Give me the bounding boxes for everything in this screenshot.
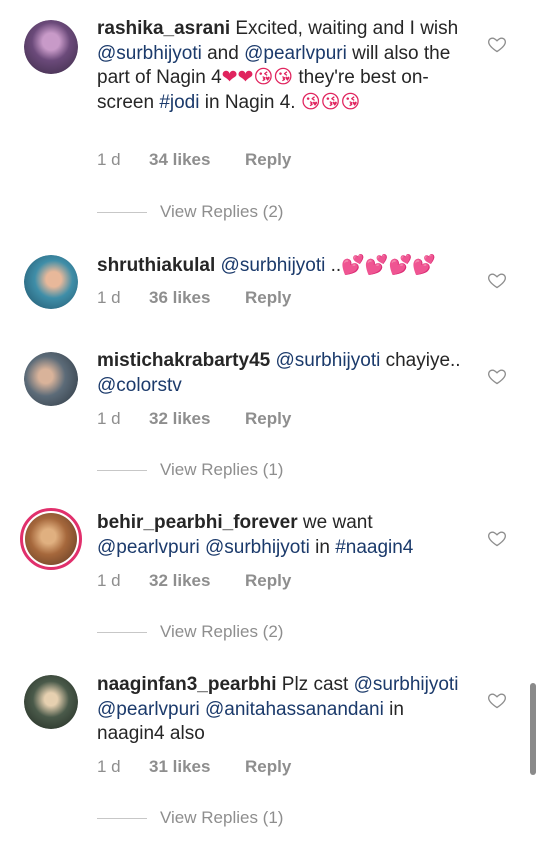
timestamp: 1 d [97,757,121,776]
comment-text: shruthiakulal @surbhijyoti ..💕💕💕💕 [97,254,472,279]
comment-meta: 1 d 32 likes Reply [97,571,291,591]
like-heart-icon[interactable] [487,366,507,386]
mention-link[interactable]: @pearlvpuri [97,699,200,720]
comment-meta: 1 d 34 likes Reply [97,150,291,170]
avatar-story-ring[interactable] [20,508,82,570]
mention-link[interactable]: @anitahassanandani [205,699,384,720]
avatar-image [24,352,78,406]
view-replies-label[interactable]: View Replies (2) [160,622,283,641]
comment-segment: .. [325,255,342,276]
mention-link[interactable]: @surbhijyoti [221,255,326,276]
like-heart-icon[interactable] [487,690,507,710]
emoji: ❤❤😘😘 [221,67,294,88]
avatar[interactable] [24,20,78,74]
reply-button[interactable]: Reply [245,757,291,777]
likes-count[interactable]: 34 likes [149,150,245,170]
avatar-image [24,675,78,729]
comment-segment: Plz cast [281,674,354,695]
mention-link[interactable]: @pearlvpuri [244,43,347,64]
reply-button[interactable]: Reply [245,571,291,591]
mention-link[interactable]: @colorstv [97,375,182,396]
avatar-image [24,255,78,309]
view-replies-button[interactable]: View Replies (1) [97,460,283,480]
avatar[interactable] [24,352,78,406]
comment-segment: Excited, waiting and I wish [235,18,459,39]
hashtag-link[interactable]: #jodi [159,92,199,113]
reply-button[interactable]: Reply [245,288,291,308]
view-replies-button[interactable]: View Replies (2) [97,622,283,642]
hashtag-link[interactable]: #naagin4 [335,537,413,558]
comment-segment: chayiye.. [380,350,461,371]
comment-meta: 1 d 31 likes Reply [97,757,291,777]
mention-link[interactable]: @surbhijyoti [354,674,459,695]
emoji: 💕💕💕💕 [341,255,436,276]
like-heart-icon[interactable] [487,270,507,290]
comment-segment: we want [302,512,373,533]
replies-divider [97,632,147,634]
like-heart-icon[interactable] [487,34,507,54]
comment-username[interactable]: mistichakrabarty45 [97,350,270,371]
mention-link[interactable]: @surbhijyoti [276,350,381,371]
replies-divider [97,818,147,820]
avatar-image [24,20,78,74]
comment-text: naaginfan3_pearbhi Plz cast @surbhijyoti… [97,673,472,747]
replies-divider [97,212,147,214]
view-replies-button[interactable]: View Replies (1) [97,808,283,828]
mention-link[interactable]: @surbhijyoti [205,537,310,558]
timestamp: 1 d [97,409,121,428]
likes-count[interactable]: 32 likes [149,409,245,429]
mention-link[interactable]: @surbhijyoti [97,43,202,64]
comment-meta: 1 d 32 likes Reply [97,409,291,429]
replies-divider [97,470,147,472]
reply-button[interactable]: Reply [245,150,291,170]
comment-segment: in [309,536,336,558]
comment-username[interactable]: shruthiakulal [97,255,215,276]
comment-username[interactable]: rashika_asrani [97,18,230,39]
comment-meta: 1 d 36 likes Reply [97,288,291,308]
likes-count[interactable]: 31 likes [149,757,245,777]
avatar-image [25,513,77,565]
comment-segment: in Nagin 4. [199,91,301,113]
mention-link[interactable]: @pearlvpuri [97,537,200,558]
comment-username[interactable]: behir_pearbhi_forever [97,512,298,533]
comment-text: rashika_asrani Excited, waiting and I wi… [97,17,472,115]
reply-button[interactable]: Reply [245,409,291,429]
avatar[interactable] [24,255,78,309]
comment-text: mistichakrabarty45 @surbhijyoti chayiye.… [97,349,472,398]
timestamp: 1 d [97,288,121,307]
comment-text: behir_pearbhi_forever we want @pearlvpur… [97,511,472,560]
timestamp: 1 d [97,150,121,169]
view-replies-button[interactable]: View Replies (2) [97,202,283,222]
comment-segment: and [201,42,245,64]
likes-count[interactable]: 36 likes [149,288,245,308]
emoji: 😘😘😘 [300,91,361,113]
likes-count[interactable]: 32 likes [149,571,245,591]
timestamp: 1 d [97,571,121,590]
avatar[interactable] [24,675,78,729]
view-replies-label[interactable]: View Replies (2) [160,202,283,221]
view-replies-label[interactable]: View Replies (1) [160,460,283,479]
view-replies-label[interactable]: View Replies (1) [160,808,283,827]
like-heart-icon[interactable] [487,528,507,548]
scrollbar-thumb[interactable] [530,683,536,775]
comment-username[interactable]: naaginfan3_pearbhi [97,674,277,695]
